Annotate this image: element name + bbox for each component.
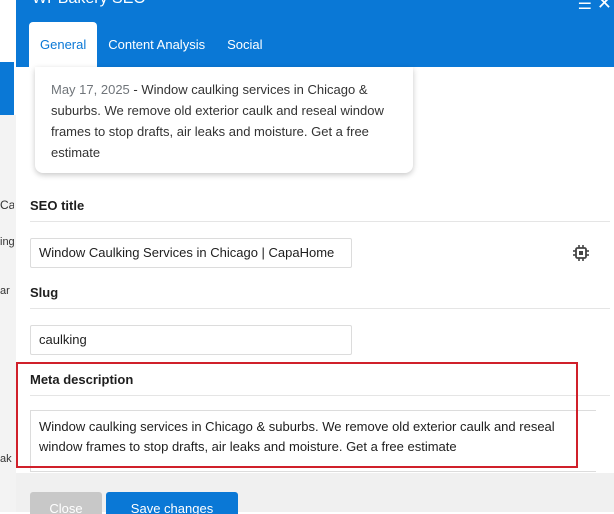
seo-title-input[interactable]: Window Caulking Services in Chicago | Ca… (30, 238, 352, 268)
background-text-fragment: Ca (0, 198, 14, 212)
preview-separator: - (129, 82, 142, 97)
modal-footer: Close Save changes (16, 473, 614, 514)
background-text-fragment: ar (0, 285, 10, 297)
divider (30, 395, 610, 396)
tab-social[interactable]: Social (216, 22, 273, 67)
save-changes-button[interactable]: Save changes (106, 492, 238, 514)
slug-input[interactable]: caulking (30, 325, 352, 355)
tab-bar: General Content Analysis Social (29, 22, 274, 67)
meta-description-label: Meta description (30, 372, 134, 387)
background-blue-bar (0, 62, 14, 115)
divider (30, 308, 610, 309)
seo-modal: WPBakery SEO ☰ ✕ General Content Analysi… (16, 0, 614, 514)
divider (30, 221, 610, 222)
close-icon[interactable]: ✕ (597, 0, 612, 14)
modal-title: WPBakery SEO (32, 0, 146, 8)
tab-content-analysis[interactable]: Content Analysis (97, 22, 216, 67)
slug-label: Slug (30, 285, 59, 300)
preview-date: May 17, 2025 (51, 82, 130, 97)
background-text-fragment: ak (0, 453, 12, 465)
search-preview-card: May 17, 2025 - Window caulking services … (35, 67, 413, 173)
seo-title-label: SEO title (30, 198, 85, 213)
menu-icon[interactable]: ☰ (578, 0, 592, 14)
modal-header: WPBakery SEO ☰ ✕ General Content Analysi… (16, 0, 614, 67)
chip-icon[interactable] (572, 244, 590, 262)
tab-general[interactable]: General (29, 22, 98, 67)
preview-snippet: May 17, 2025 - Window caulking services … (51, 79, 401, 163)
close-button[interactable]: Close (30, 492, 102, 514)
meta-description-textarea[interactable]: Window caulking services in Chicago & su… (30, 410, 596, 472)
background-text-fragment: ing le (0, 236, 14, 248)
